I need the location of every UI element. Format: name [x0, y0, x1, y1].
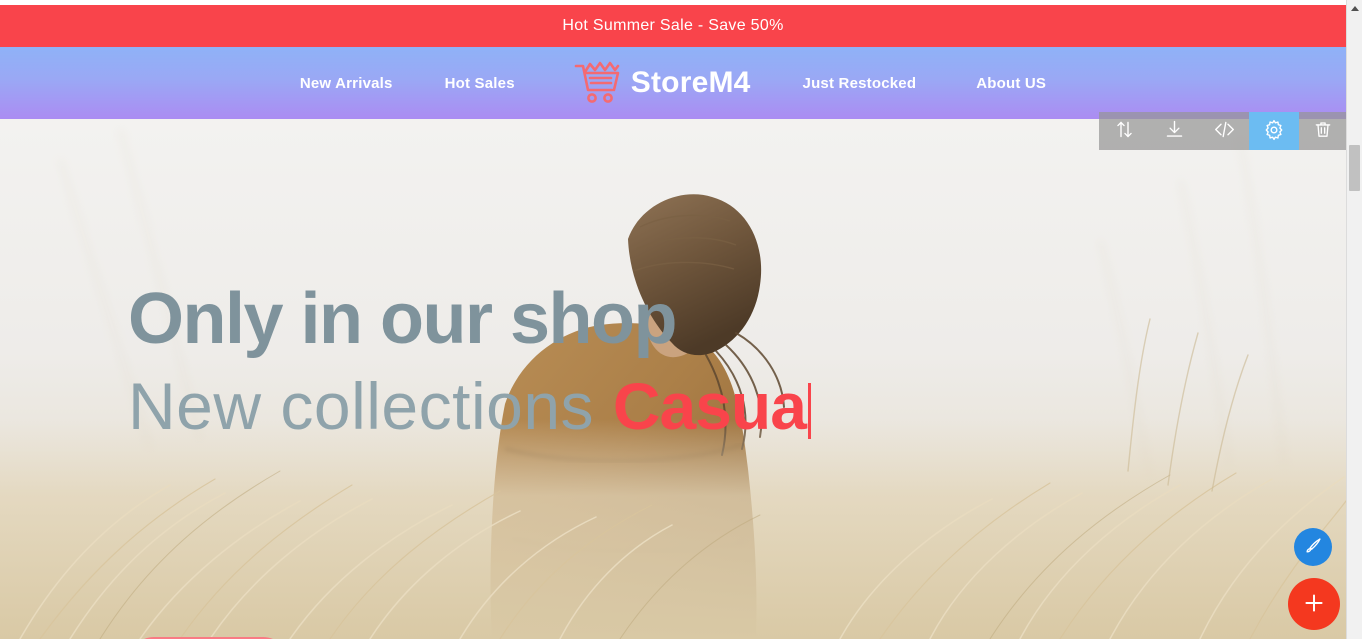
- nav-link-new-arrivals[interactable]: New Arrivals: [300, 69, 393, 98]
- scrollbar-up-arrow[interactable]: [1347, 0, 1362, 17]
- site-style-button[interactable]: [1294, 528, 1332, 566]
- edit-code-button[interactable]: [1199, 112, 1249, 150]
- download-icon: [1164, 119, 1185, 143]
- hero-text-content[interactable]: Only in our shop New collections Casua: [128, 283, 1128, 439]
- block-settings-button[interactable]: [1249, 112, 1299, 150]
- block-toolbar: [1099, 112, 1347, 150]
- browser-scrollbar[interactable]: [1346, 0, 1362, 639]
- hero-heading-accent: Casua: [612, 368, 807, 443]
- shopping-cart-icon: [573, 60, 623, 106]
- promo-banner-text: Hot Summer Sale - Save 50%: [562, 17, 784, 34]
- nav-link-hot-sales[interactable]: Hot Sales: [445, 69, 515, 98]
- up-down-arrows-icon: [1114, 119, 1135, 143]
- download-block-button[interactable]: [1149, 112, 1199, 150]
- nav-inner: New Arrivals Hot Sales StoreM4 Just Rest…: [300, 60, 1046, 106]
- code-brackets-icon: [1213, 119, 1236, 143]
- hero-heading-line-2[interactable]: New collections Casua: [128, 373, 1128, 439]
- plus-icon: [1301, 590, 1327, 619]
- nav-link-just-restocked[interactable]: Just Restocked: [803, 69, 917, 98]
- promo-banner[interactable]: Hot Summer Sale - Save 50%: [0, 5, 1346, 47]
- website-preview-canvas: Hot Summer Sale - Save 50% New Arrivals …: [0, 0, 1346, 639]
- delete-block-button[interactable]: [1299, 112, 1347, 150]
- add-block-button[interactable]: [1288, 578, 1340, 630]
- paintbrush-icon: [1302, 535, 1324, 560]
- site-brand-logo[interactable]: StoreM4: [573, 60, 751, 106]
- text-cursor-caret: [807, 382, 811, 439]
- move-block-button[interactable]: [1099, 112, 1149, 150]
- site-brand-name: StoreM4: [630, 66, 751, 99]
- nav-link-about-us[interactable]: About US: [976, 69, 1046, 98]
- trash-icon: [1313, 119, 1333, 143]
- site-navigation-bar: New Arrivals Hot Sales StoreM4 Just Rest…: [0, 47, 1346, 119]
- browser-viewport: Hot Summer Sale - Save 50% New Arrivals …: [0, 0, 1362, 639]
- gear-icon: [1263, 119, 1285, 144]
- hero-block[interactable]: Only in our shop New collections Casua S…: [0, 119, 1346, 639]
- scrollbar-thumb[interactable]: [1349, 145, 1360, 191]
- hero-heading-line-1[interactable]: Only in our shop: [128, 283, 1128, 355]
- hero-heading-plain: New collections: [128, 368, 613, 443]
- triangle-up-icon: [1350, 6, 1359, 11]
